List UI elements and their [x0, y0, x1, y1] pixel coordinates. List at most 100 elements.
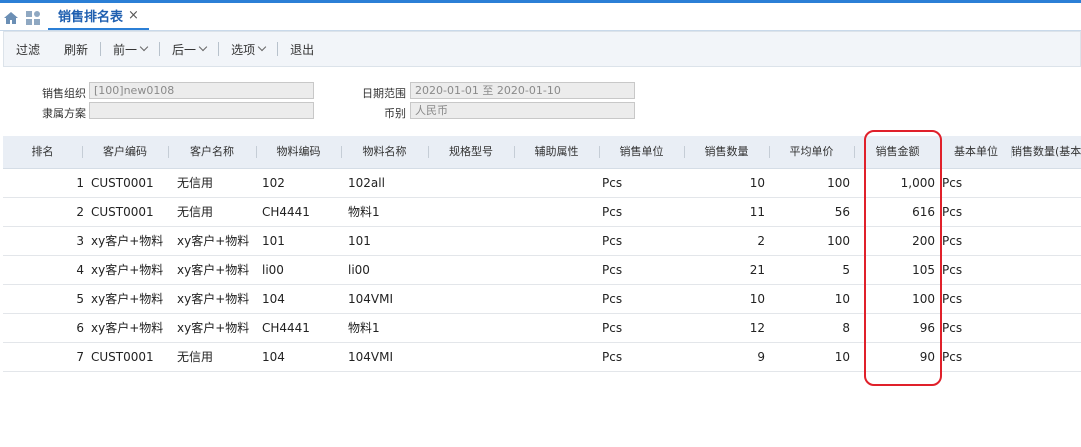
close-icon[interactable]: × [128, 8, 139, 23]
table-cell: 10 [749, 292, 765, 306]
table-cell: 56 [834, 205, 850, 219]
table-cell [518, 256, 598, 284]
column-divider [341, 146, 342, 158]
home-icon[interactable] [3, 10, 19, 26]
table-cell [433, 343, 513, 371]
table-cell: Pcs [602, 176, 623, 190]
scheme-field[interactable] [89, 102, 314, 119]
table-cell [433, 169, 513, 197]
table-cell: 11 [749, 205, 765, 219]
table-cell: 2 [76, 205, 84, 219]
column-header[interactable]: 基本单位 [941, 136, 1011, 168]
table-cell: 物料1 [348, 321, 380, 335]
table-cell: 10 [834, 350, 850, 364]
table-cell: Pcs [602, 321, 623, 335]
table-cell: xy客户+物料 [91, 292, 164, 306]
column-header[interactable]: 客户名称 [168, 136, 256, 168]
table-cell: 物料1 [348, 205, 380, 219]
table-cell: 7 [76, 350, 84, 364]
table-cell: 5 [842, 263, 850, 277]
toolbar-button-3[interactable]: 后一 [160, 41, 218, 58]
column-divider [168, 146, 169, 158]
column-header[interactable]: 排名 [3, 136, 82, 168]
column-header[interactable]: 物料名称 [341, 136, 428, 168]
table-cell [433, 314, 513, 342]
table-cell: Pcs [602, 350, 623, 364]
column-header[interactable]: 规格型号 [428, 136, 514, 168]
sales-org-label: 销售组织 [42, 87, 86, 100]
table-cell: 102 [262, 176, 285, 190]
table-cell: 104 [262, 292, 285, 306]
column-divider [1011, 146, 1012, 158]
toolbar-button-label: 过滤 [16, 42, 41, 57]
column-divider [82, 146, 83, 158]
table-cell [433, 198, 513, 226]
table-cell: 101 [262, 234, 285, 248]
table-cell: CUST0001 [91, 205, 154, 219]
scheme-label: 隶属方案 [42, 107, 86, 120]
table-cell: xy客户+物料 [177, 292, 250, 306]
table-cell: Pcs [602, 234, 623, 248]
table-cell: xy客户+物料 [91, 263, 164, 277]
table-cell: 100 [827, 176, 850, 190]
table-cell: li00 [348, 263, 370, 277]
table-cell: xy客户+物料 [91, 321, 164, 335]
currency-field[interactable]: 人民币 [410, 102, 635, 119]
toolbar-button-5[interactable]: 退出 [278, 41, 326, 58]
column-header[interactable]: 销售数量 [684, 136, 769, 168]
table-cell: 无信用 [177, 350, 214, 364]
table-cell: li00 [262, 263, 284, 277]
column-header[interactable]: 物料编码 [256, 136, 341, 168]
table-cell: Pcs [942, 205, 963, 219]
toolbar-button-0[interactable]: 过滤 [4, 41, 52, 58]
column-header[interactable]: 销售数量(基本 [1011, 136, 1081, 168]
chevron-down-icon [139, 42, 149, 52]
toolbar-button-label: 前一 [113, 42, 138, 57]
date-range-label: 日期范围 [362, 87, 406, 100]
column-header[interactable]: 平均单价 [769, 136, 854, 168]
table-cell [518, 198, 598, 226]
column-header[interactable]: 销售单位 [599, 136, 684, 168]
date-range-field[interactable]: 2020-01-01 至 2020-01-10 [410, 82, 635, 99]
tab-sales-ranking[interactable]: 销售排名表 × [48, 3, 149, 30]
table-cell: 12 [749, 321, 765, 335]
sales-org-field[interactable]: [100]new0108 [89, 82, 314, 99]
table-cell: CUST0001 [91, 176, 154, 190]
table-cell: 9 [757, 350, 765, 364]
column-header[interactable]: 客户编码 [82, 136, 168, 168]
chevron-down-icon [198, 42, 208, 52]
table-cell: Pcs [942, 234, 963, 248]
table-cell: Pcs [942, 292, 963, 306]
table-cell: 2 [757, 234, 765, 248]
table-cell: CH4441 [262, 321, 310, 335]
table-cell: 5 [76, 292, 84, 306]
toolbar-button-label: 刷新 [64, 42, 89, 57]
table-cell: Pcs [942, 321, 963, 335]
table-cell: Pcs [602, 263, 623, 277]
table-cell: CH4441 [262, 205, 310, 219]
table-cell: 21 [749, 263, 765, 277]
toolbar-button-label: 选项 [231, 42, 256, 57]
toolbar-button-4[interactable]: 选项 [219, 41, 277, 58]
sales-amount-highlight [864, 130, 942, 386]
table-cell: 100 [827, 234, 850, 248]
table-cell: 101 [348, 234, 371, 248]
toolbar-button-2[interactable]: 前一 [101, 41, 159, 58]
apps-icon[interactable] [25, 10, 41, 26]
toolbar-button-1[interactable]: 刷新 [52, 41, 100, 58]
column-header[interactable]: 辅助属性 [514, 136, 599, 168]
currency-label: 币别 [384, 107, 406, 120]
table-cell: 3 [76, 234, 84, 248]
table-cell: 10 [834, 292, 850, 306]
table-cell [518, 227, 598, 255]
table-cell [518, 169, 598, 197]
toolbar-button-label: 后一 [172, 42, 197, 57]
table-cell: CUST0001 [91, 350, 154, 364]
table-cell: 104VMI [348, 292, 394, 306]
table-cell [433, 256, 513, 284]
column-divider [256, 146, 257, 158]
table-cell: xy客户+物料 [177, 234, 250, 248]
table-cell: 104 [262, 350, 285, 364]
table-cell: Pcs [942, 176, 963, 190]
table-cell [518, 314, 598, 342]
